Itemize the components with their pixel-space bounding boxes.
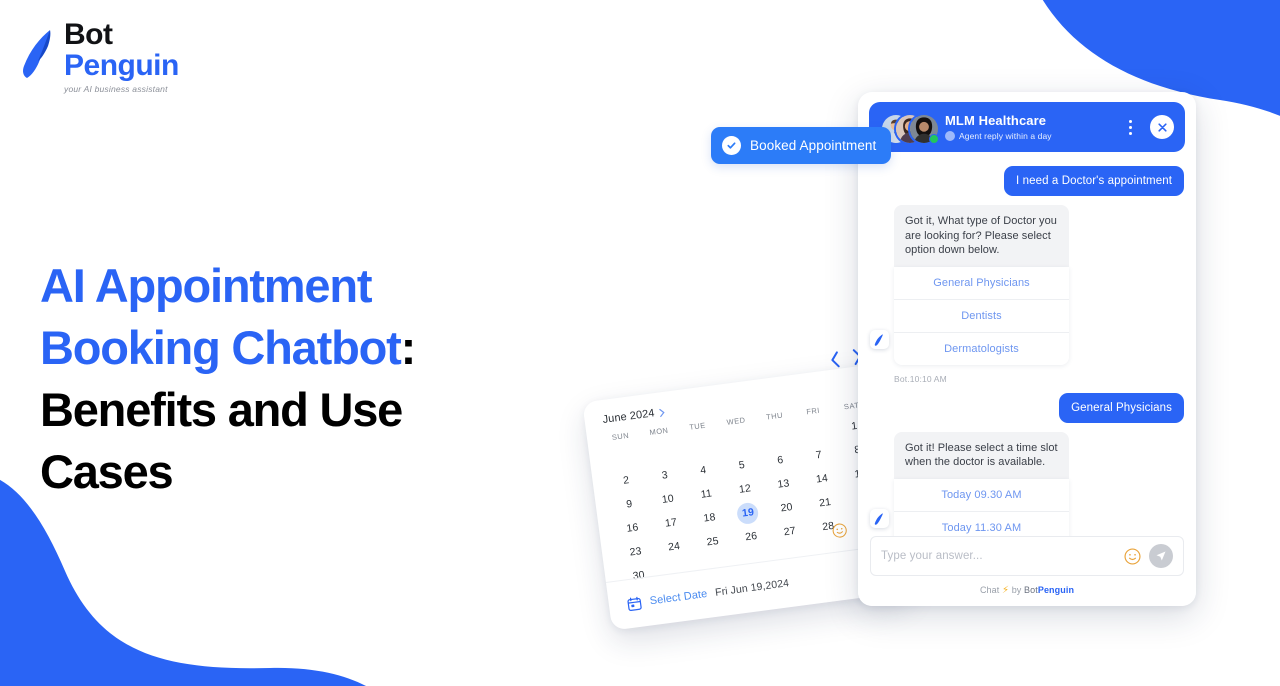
calendar-day-empty (641, 438, 682, 465)
logo-word-penguin: Penguin (64, 49, 179, 82)
chat-widget: MLM Healthcare Agent reply within a day … (858, 92, 1196, 606)
select-date-label: Select Date (649, 587, 709, 608)
user-message-bubble: General Physicians (1059, 392, 1184, 423)
calendar-day[interactable]: 18 (689, 504, 730, 531)
message-input-placeholder[interactable]: Type your answer... (881, 550, 1116, 562)
bot-option-list: Today 09.30 AM Today 11.30 AM (894, 478, 1069, 537)
calendar-day[interactable]: 14 (801, 465, 842, 492)
calendar-day[interactable]: 5 (721, 452, 762, 479)
brand-logo[interactable]: Bot Penguin your AI business assistant (20, 20, 220, 94)
penguin-logo-icon (23, 30, 51, 78)
bolt-icon: ⚡ (1001, 585, 1010, 596)
bot-message-block: Got it! Please select a time slot when t… (894, 431, 1069, 537)
booked-appointment-label: Booked Appointment (750, 138, 877, 153)
title-colon: : (400, 321, 417, 375)
calendar-day[interactable]: 23 (615, 538, 656, 565)
calendar-day[interactable]: 3 (644, 462, 685, 489)
calendar-day[interactable]: 17 (650, 510, 691, 537)
smiley-icon[interactable] (831, 522, 848, 539)
calendar-day[interactable]: 4 (683, 457, 724, 484)
smiley-icon[interactable] (1124, 547, 1141, 565)
message-timestamp: Bot.10:10 AM (894, 373, 947, 384)
chat-message-bot: Got it, What type of Doctor you are look… (870, 205, 1184, 365)
page-title: AI Appointment Booking Chatbot: Benefits… (40, 255, 560, 503)
calendar-day[interactable]: 12 (724, 476, 765, 503)
calendar-month-label: June 2024 (601, 407, 656, 426)
footer-brand-bot: Bot (1024, 585, 1038, 595)
bot-message-block: Got it, What type of Doctor you are look… (894, 205, 1069, 365)
message-input-bar[interactable]: Type your answer... (870, 536, 1184, 576)
booked-appointment-badge: Booked Appointment (711, 127, 892, 164)
calendar-day-empty (602, 443, 643, 470)
logo-tagline: your AI business assistant (64, 84, 168, 94)
chat-message-list: I need a Doctor's appointment Got it, Wha… (858, 152, 1196, 536)
title-line-1: AI Appointment (40, 259, 372, 313)
calendar-day[interactable]: 16 (612, 515, 653, 542)
calendar-day[interactable]: 7 (798, 442, 839, 469)
calendar-day[interactable]: 10 (647, 486, 688, 513)
send-icon[interactable] (1149, 544, 1173, 568)
calendar-day[interactable]: 25 (692, 528, 733, 555)
bot-message-bubble: Got it, What type of Doctor you are look… (894, 205, 1069, 267)
chat-message-user: I need a Doctor's appointment (870, 166, 1184, 196)
title-line-4: Cases (40, 445, 174, 499)
close-icon[interactable] (1150, 115, 1174, 139)
chevron-down-icon (659, 408, 665, 417)
footer-by-word: by (1011, 585, 1022, 595)
bot-option-button[interactable]: General Physicians (894, 267, 1069, 299)
chat-header: MLM Healthcare Agent reply within a day (869, 102, 1185, 152)
logo-wordmark: Bot Penguin your AI business assistant (64, 20, 179, 95)
bot-avatar-icon (870, 508, 889, 528)
calendar-day[interactable]: 26 (731, 523, 772, 550)
calendar-day[interactable]: 9 (609, 491, 650, 518)
kebab-menu-icon[interactable] (1123, 116, 1138, 139)
bot-option-button[interactable]: Today 09.30 AM (894, 479, 1069, 511)
footer-brand-penguin: Penguin (1037, 585, 1075, 595)
chat-footer-branding: Chat ⚡ by BotPenguin (870, 585, 1184, 596)
calendar-month-selector[interactable]: June 2024 (602, 406, 666, 426)
selected-date-value: Fri Jun 19,2024 (714, 577, 790, 599)
bot-option-list: General Physicians Dentists Dermatologists (894, 266, 1069, 365)
calendar-day[interactable]: 2 (606, 467, 647, 494)
bot-avatar-icon (870, 329, 889, 349)
info-icon (945, 131, 955, 141)
page-root: Bot Penguin your AI business assistant A… (0, 0, 1280, 686)
chat-header-text: MLM Healthcare Agent reply within a day (945, 113, 1114, 141)
footer-chat-word: Chat (979, 585, 1000, 595)
title-line-2: Booking Chatbot (40, 321, 402, 375)
user-message-bubble: I need a Doctor's appointment (1004, 166, 1184, 196)
check-circle-icon (722, 136, 741, 155)
calendar-day[interactable]: 11 (686, 481, 727, 508)
online-status-dot (929, 134, 939, 144)
bot-option-button[interactable]: Today 11.30 AM (894, 510, 1069, 537)
bot-option-button[interactable]: Dentists (894, 298, 1069, 332)
calendar-day-empty (795, 418, 836, 445)
chat-message-bot: Got it! Please select a time slot when t… (870, 431, 1184, 537)
calendar-day[interactable]: 13 (763, 471, 804, 498)
bot-message-bubble: Got it! Please select a time slot when t… (894, 431, 1069, 479)
calendar-icon (627, 596, 642, 611)
chat-composer-area: Type your answer... Chat ⚡ by BotPenguin (858, 536, 1196, 606)
calendar-day[interactable]: 20 (766, 494, 807, 521)
logo-word-bot: Bot (64, 18, 113, 51)
chat-title: MLM Healthcare (945, 113, 1047, 128)
calendar-day[interactable]: 24 (653, 533, 694, 560)
title-line-3: Benefits and Use (40, 383, 403, 437)
calendar-day[interactable]: 6 (760, 447, 801, 474)
calendar-day[interactable]: 21 (804, 489, 845, 516)
bot-option-button[interactable]: Dermatologists (894, 331, 1069, 365)
calendar-day[interactable]: 19 (727, 499, 768, 526)
chat-subtitle-row: Agent reply within a day (945, 131, 1114, 141)
calendar-day-empty (718, 428, 759, 455)
chat-subtitle: Agent reply within a day (959, 131, 1052, 141)
calendar-day-empty (757, 423, 798, 450)
calendar-day-empty (679, 433, 720, 460)
calendar-day[interactable]: 27 (769, 518, 810, 545)
chat-message-user: General Physicians (870, 392, 1184, 423)
